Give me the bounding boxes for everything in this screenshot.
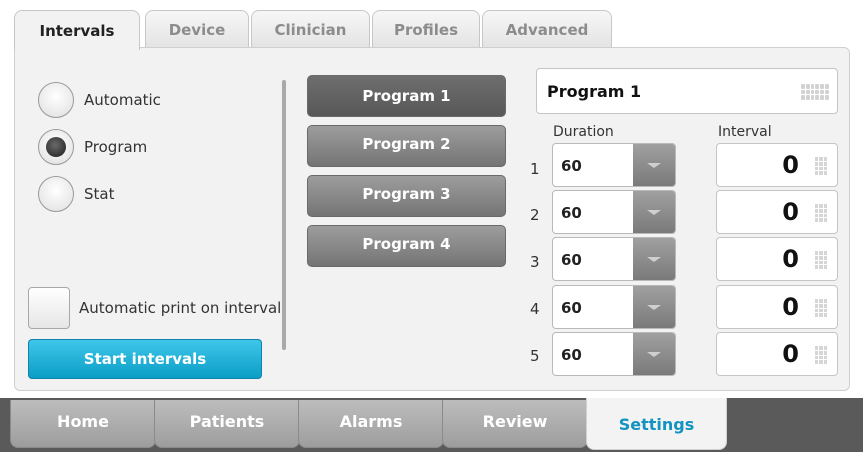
keypad-icon[interactable] — [815, 157, 827, 175]
chevron-down-icon[interactable] — [633, 238, 675, 280]
row-number: 3 — [530, 253, 540, 271]
radio-button[interactable] — [38, 129, 74, 165]
keypad-icon[interactable] — [815, 299, 827, 317]
radio-program[interactable]: Program — [38, 129, 147, 165]
interval-value: 0 — [782, 245, 799, 273]
duration-dropdown[interactable]: 60 — [552, 285, 676, 329]
duration-value: 60 — [561, 251, 582, 269]
radio-selected-dot — [46, 137, 66, 157]
chevron-down-icon[interactable] — [633, 191, 675, 233]
duration-dropdown[interactable]: 60 — [552, 237, 676, 281]
interval-field[interactable]: 0 — [716, 332, 838, 376]
program-2-button[interactable]: Program 2 — [307, 125, 506, 167]
row-number: 1 — [530, 160, 540, 178]
row-number: 4 — [530, 300, 540, 318]
tab-intervals[interactable]: Intervals — [14, 10, 140, 50]
row-number: 5 — [530, 347, 540, 365]
radio-label-stat: Stat — [84, 185, 115, 203]
nav-review[interactable]: Review — [442, 400, 588, 448]
keyboard-icon[interactable] — [801, 84, 829, 100]
chevron-down-icon[interactable] — [633, 286, 675, 328]
interval-header: Interval — [718, 124, 772, 140]
interval-value: 0 — [782, 340, 799, 368]
interval-field[interactable]: 0 — [716, 143, 838, 187]
radio-label-automatic: Automatic — [84, 91, 161, 109]
chevron-down-icon[interactable] — [633, 333, 675, 375]
interval-field[interactable]: 0 — [716, 237, 838, 281]
row-number: 2 — [530, 206, 540, 224]
program-4-button[interactable]: Program 4 — [307, 225, 506, 267]
radio-stat[interactable]: Stat — [38, 176, 114, 212]
duration-header: Duration — [553, 124, 614, 140]
keypad-icon[interactable] — [815, 251, 827, 269]
radio-automatic[interactable]: Automatic — [38, 82, 161, 118]
duration-dropdown[interactable]: 60 — [552, 190, 676, 234]
auto-print-label: Automatic print on interval — [79, 299, 282, 317]
divider — [282, 80, 286, 350]
duration-value: 60 — [561, 299, 582, 317]
duration-value: 60 — [561, 204, 582, 222]
auto-print-checkbox[interactable] — [28, 287, 70, 329]
tab-device[interactable]: Device — [145, 10, 249, 48]
nav-home[interactable]: Home — [10, 400, 156, 448]
radio-button[interactable] — [38, 176, 74, 212]
interval-field[interactable]: 0 — [716, 285, 838, 329]
chevron-down-icon[interactable] — [633, 144, 675, 186]
duration-value: 60 — [561, 346, 582, 364]
tab-profiles[interactable]: Profiles — [372, 10, 480, 48]
tab-clinician[interactable]: Clinician — [251, 10, 370, 48]
interval-value: 0 — [782, 198, 799, 226]
interval-field[interactable]: 0 — [716, 190, 838, 234]
program-name-field[interactable]: Program 1 — [536, 68, 838, 114]
interval-value: 0 — [782, 293, 799, 321]
duration-value: 60 — [561, 157, 582, 175]
duration-dropdown[interactable]: 60 — [552, 332, 676, 376]
tab-advanced[interactable]: Advanced — [482, 10, 612, 48]
keypad-icon[interactable] — [815, 204, 827, 222]
start-intervals-button[interactable]: Start intervals — [28, 339, 262, 379]
duration-dropdown[interactable]: 60 — [552, 143, 676, 187]
keypad-icon[interactable] — [815, 346, 827, 364]
nav-alarms[interactable]: Alarms — [298, 400, 444, 448]
nav-settings[interactable]: Settings — [586, 398, 727, 450]
program-name-value: Program 1 — [547, 81, 642, 101]
program-3-button[interactable]: Program 3 — [307, 175, 506, 217]
radio-label-program: Program — [84, 138, 148, 156]
interval-value: 0 — [782, 151, 799, 179]
radio-button[interactable] — [38, 82, 74, 118]
nav-patients[interactable]: Patients — [154, 400, 300, 448]
program-1-button[interactable]: Program 1 — [307, 75, 506, 117]
